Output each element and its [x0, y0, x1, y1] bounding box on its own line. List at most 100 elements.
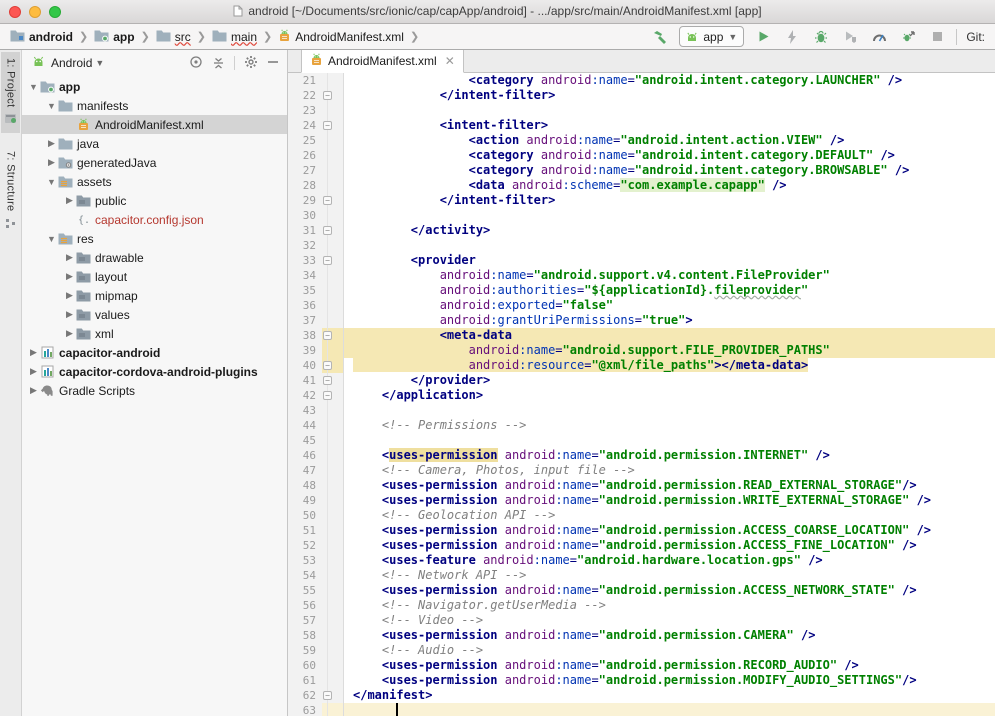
tree-item-values[interactable]: ▶values: [22, 305, 287, 324]
code-line-text[interactable]: android:grantUriPermissions="true">: [344, 313, 995, 328]
tree-down-arrow-icon[interactable]: ▼: [46, 177, 57, 187]
tree-item-mipmap[interactable]: ▶mipmap: [22, 286, 287, 305]
tool-window-button-7-structure[interactable]: 7: Structure: [1, 145, 20, 237]
tree-item-capacitor-cordova-android-plugins[interactable]: ▶capacitor-cordova-android-plugins: [22, 362, 287, 381]
tree-right-arrow-icon[interactable]: ▶: [46, 138, 57, 149]
code-line-text[interactable]: [344, 433, 995, 448]
fold-marker-icon[interactable]: −: [323, 691, 332, 700]
tree-right-arrow-icon[interactable]: ▶: [64, 271, 75, 282]
tree-right-arrow-icon[interactable]: ▶: [28, 347, 39, 358]
close-tab-icon[interactable]: ✕: [445, 54, 455, 68]
code-line-text[interactable]: android:authorities="${applicationId}.fi…: [344, 283, 995, 298]
build-hammer-icon[interactable]: [650, 27, 670, 47]
settings-gear-icon[interactable]: [244, 55, 258, 72]
tree-item-res[interactable]: ▼res: [22, 229, 287, 248]
tree-right-arrow-icon[interactable]: ▶: [64, 328, 75, 339]
breadcrumb-main[interactable]: main: [210, 28, 259, 46]
tree-right-arrow-icon[interactable]: ▶: [28, 385, 39, 396]
code-line-text[interactable]: <!-- Network API -->: [344, 568, 995, 583]
code-line-text[interactable]: [344, 103, 995, 118]
minimize-window-button[interactable]: [29, 6, 41, 18]
code-line-text[interactable]: android:name="android.support.v4.content…: [344, 268, 995, 283]
tab-androidmanifest[interactable]: AndroidManifest.xml ✕: [301, 50, 464, 73]
code-line-text[interactable]: [344, 403, 995, 418]
code-line-text[interactable]: <!-- Audio -->: [344, 643, 995, 658]
debug-button[interactable]: [811, 27, 831, 47]
code-line-text[interactable]: <category android:name="android.intent.c…: [344, 163, 995, 178]
code-line-text[interactable]: <category android:name="android.intent.c…: [344, 73, 995, 88]
chevron-down-icon[interactable]: ▼: [95, 58, 104, 68]
code-line-text[interactable]: </provider>: [344, 373, 995, 388]
code-line-text[interactable]: <meta-data: [344, 328, 995, 343]
tree-item-drawable[interactable]: ▶drawable: [22, 248, 287, 267]
fold-marker-icon[interactable]: −: [323, 256, 332, 265]
tree-item-manifests[interactable]: ▼manifests: [22, 96, 287, 115]
tree-right-arrow-icon[interactable]: ▶: [64, 309, 75, 320]
apply-changes-icon[interactable]: [782, 27, 802, 47]
code-line-text[interactable]: <uses-permission android:name="android.p…: [344, 523, 995, 538]
tree-item-capacitor-config-json[interactable]: {..}capacitor.config.json: [22, 210, 287, 229]
code-editor[interactable]: 21 <category android:name="android.inten…: [288, 73, 995, 716]
code-line-text[interactable]: <uses-permission android:name="android.p…: [344, 658, 995, 673]
code-line-text[interactable]: <intent-filter>: [344, 118, 995, 133]
code-line-text[interactable]: <uses-permission android:name="android.p…: [344, 538, 995, 553]
breadcrumb-app[interactable]: app: [92, 28, 136, 46]
code-line-text[interactable]: [344, 703, 995, 716]
code-line-text[interactable]: [344, 238, 995, 253]
code-line-text[interactable]: <uses-permission android:name="android.p…: [344, 493, 995, 508]
code-line-text[interactable]: </application>: [344, 388, 995, 403]
tool-window-button-1-project[interactable]: 1: Project: [1, 52, 20, 133]
tree-item-app[interactable]: ▼app: [22, 77, 287, 96]
tree-right-arrow-icon[interactable]: ▶: [28, 366, 39, 377]
fold-marker-icon[interactable]: −: [323, 376, 332, 385]
tree-right-arrow-icon[interactable]: ▶: [64, 195, 75, 206]
tree-down-arrow-icon[interactable]: ▼: [46, 101, 57, 111]
code-line-text[interactable]: android:name="android.support.FILE_PROVI…: [344, 343, 995, 358]
tree-down-arrow-icon[interactable]: ▼: [46, 234, 57, 244]
fold-marker-icon[interactable]: −: [323, 226, 332, 235]
tree-item-xml[interactable]: ▶xml: [22, 324, 287, 343]
close-window-button[interactable]: [9, 6, 21, 18]
code-line-text[interactable]: <uses-permission android:name="android.p…: [344, 583, 995, 598]
breadcrumb-src[interactable]: src: [154, 28, 193, 46]
code-line-text[interactable]: <provider: [344, 253, 995, 268]
code-line-text[interactable]: </intent-filter>: [344, 88, 995, 103]
code-line-text[interactable]: <category android:name="android.intent.c…: [344, 148, 995, 163]
fold-marker-icon[interactable]: −: [323, 91, 332, 100]
code-line-text[interactable]: <uses-feature android:name="android.hard…: [344, 553, 995, 568]
tree-right-arrow-icon[interactable]: ▶: [46, 157, 57, 168]
tree-right-arrow-icon[interactable]: ▶: [64, 252, 75, 263]
code-line-text[interactable]: <uses-permission android:name="android.p…: [344, 478, 995, 493]
tree-item-assets[interactable]: ▼assets: [22, 172, 287, 191]
tree-right-arrow-icon[interactable]: ▶: [64, 290, 75, 301]
code-line-text[interactable]: <uses-permission android:name="android.p…: [344, 673, 995, 688]
code-line-text[interactable]: <!-- Permissions -->: [344, 418, 995, 433]
run-button[interactable]: [753, 27, 773, 47]
code-line-text[interactable]: [344, 208, 995, 223]
code-line-text[interactable]: </intent-filter>: [344, 193, 995, 208]
code-line-text[interactable]: <!-- Camera, Photos, input file -->: [344, 463, 995, 478]
code-line-text[interactable]: <action android:name="android.intent.act…: [344, 133, 995, 148]
fold-marker-icon[interactable]: −: [323, 361, 332, 370]
code-line-text[interactable]: <uses-permission android:name="android.p…: [344, 448, 995, 463]
code-line-text[interactable]: android:resource="@xml/file_paths"></met…: [344, 358, 995, 373]
attach-debugger-icon[interactable]: [898, 27, 918, 47]
tree-item-androidmanifest-xml[interactable]: AndroidManifest.xml: [22, 115, 287, 134]
breadcrumb-android[interactable]: android: [8, 28, 75, 46]
breadcrumb-androidmanifest-xml[interactable]: AndroidManifest.xml: [276, 28, 406, 46]
fold-marker-icon[interactable]: −: [323, 196, 332, 205]
code-line-text[interactable]: android:exported="false": [344, 298, 995, 313]
tree-item-capacitor-android[interactable]: ▶capacitor-android: [22, 343, 287, 362]
hide-panel-icon[interactable]: [267, 56, 279, 71]
tree-item-layout[interactable]: ▶layout: [22, 267, 287, 286]
code-line-text[interactable]: </manifest>: [344, 688, 995, 703]
stop-button[interactable]: [927, 27, 947, 47]
tree-down-arrow-icon[interactable]: ▼: [28, 82, 39, 92]
collapse-all-icon[interactable]: [212, 55, 225, 72]
tree-item-gradle-scripts[interactable]: ▶Gradle Scripts: [22, 381, 287, 400]
code-line-text[interactable]: </activity>: [344, 223, 995, 238]
tree-item-java[interactable]: ▶java: [22, 134, 287, 153]
fold-marker-icon[interactable]: −: [323, 121, 332, 130]
fold-marker-icon[interactable]: −: [323, 391, 332, 400]
profiler-icon[interactable]: [869, 27, 889, 47]
